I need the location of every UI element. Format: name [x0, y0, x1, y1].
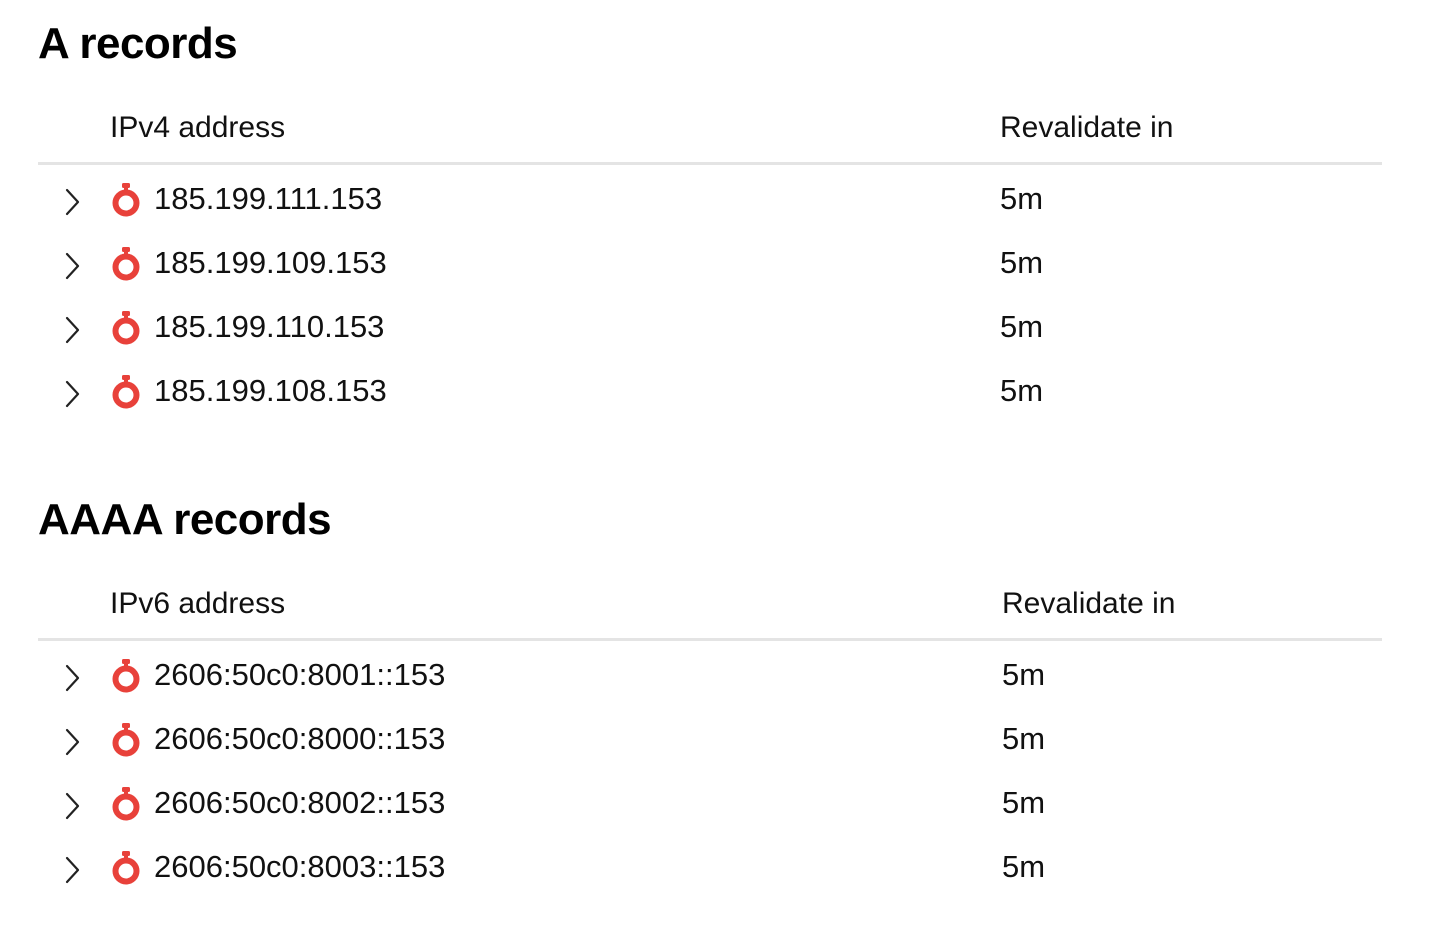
chevron-right-icon[interactable]: [62, 726, 82, 758]
revalidate-value: 5m: [1002, 657, 1046, 692]
ipv6-address: 2606:50c0:8000::153: [154, 721, 446, 756]
a-records-title: A records: [38, 19, 238, 68]
chevron-right-icon[interactable]: [62, 314, 82, 346]
table-row[interactable]: 2606:50c0:8003::153 5m: [38, 836, 1382, 900]
ipv6-address: 2606:50c0:8002::153: [154, 785, 446, 820]
stopwatch-icon: [112, 659, 140, 693]
revalidate-value: 5m: [1000, 245, 1044, 280]
revalidate-value: 5m: [1002, 721, 1046, 756]
table-row[interactable]: 185.199.110.153 5m: [38, 296, 1382, 360]
stopwatch-icon: [112, 311, 140, 345]
aaaa-records-table-header: IPv6 address Revalidate in: [38, 576, 1382, 641]
ipv6-address: 2606:50c0:8001::153: [154, 657, 446, 692]
chevron-right-icon[interactable]: [62, 854, 82, 886]
chevron-right-icon[interactable]: [62, 378, 82, 410]
revalidate-value: 5m: [1000, 373, 1044, 408]
table-row[interactable]: 185.199.109.153 5m: [38, 232, 1382, 296]
table-row[interactable]: 185.199.108.153 5m: [38, 360, 1382, 424]
stopwatch-icon: [112, 375, 140, 409]
chevron-right-icon[interactable]: [62, 662, 82, 694]
column-header-revalidate-in: Revalidate in: [1002, 587, 1176, 620]
chevron-right-icon[interactable]: [62, 186, 82, 218]
revalidate-value: 5m: [1002, 785, 1046, 820]
dns-records-page: A records IPv4 address Revalidate in 185…: [0, 0, 1442, 944]
a-records-table-header: IPv4 address Revalidate in: [38, 100, 1382, 165]
stopwatch-icon: [112, 851, 140, 885]
table-row[interactable]: 2606:50c0:8001::153 5m: [38, 644, 1382, 708]
revalidate-value: 5m: [1000, 181, 1044, 216]
stopwatch-icon: [112, 723, 140, 757]
column-header-ipv6-address: IPv6 address: [110, 587, 286, 620]
aaaa-records-title: AAAA records: [38, 495, 332, 544]
stopwatch-icon: [112, 183, 140, 217]
ipv4-address: 185.199.110.153: [154, 309, 385, 344]
table-row[interactable]: 2606:50c0:8002::153 5m: [38, 772, 1382, 836]
stopwatch-icon: [112, 787, 140, 821]
stopwatch-icon: [112, 247, 140, 281]
revalidate-value: 5m: [1002, 849, 1046, 884]
table-row[interactable]: 2606:50c0:8000::153 5m: [38, 708, 1382, 772]
ipv4-address: 185.199.111.153: [154, 181, 383, 216]
revalidate-value: 5m: [1000, 309, 1044, 344]
chevron-right-icon[interactable]: [62, 790, 82, 822]
column-header-ipv4-address: IPv4 address: [110, 111, 286, 144]
ipv4-address: 185.199.109.153: [154, 245, 387, 280]
table-row[interactable]: 185.199.111.153 5m: [38, 168, 1382, 232]
chevron-right-icon[interactable]: [62, 250, 82, 282]
a-records-rows: 185.199.111.153 5m 185.199.109.153 5m 18…: [38, 168, 1382, 424]
aaaa-records-rows: 2606:50c0:8001::153 5m 2606:50c0:8000::1…: [38, 644, 1382, 900]
column-header-revalidate-in: Revalidate in: [1000, 111, 1174, 144]
ipv4-address: 185.199.108.153: [154, 373, 387, 408]
ipv6-address: 2606:50c0:8003::153: [154, 849, 446, 884]
